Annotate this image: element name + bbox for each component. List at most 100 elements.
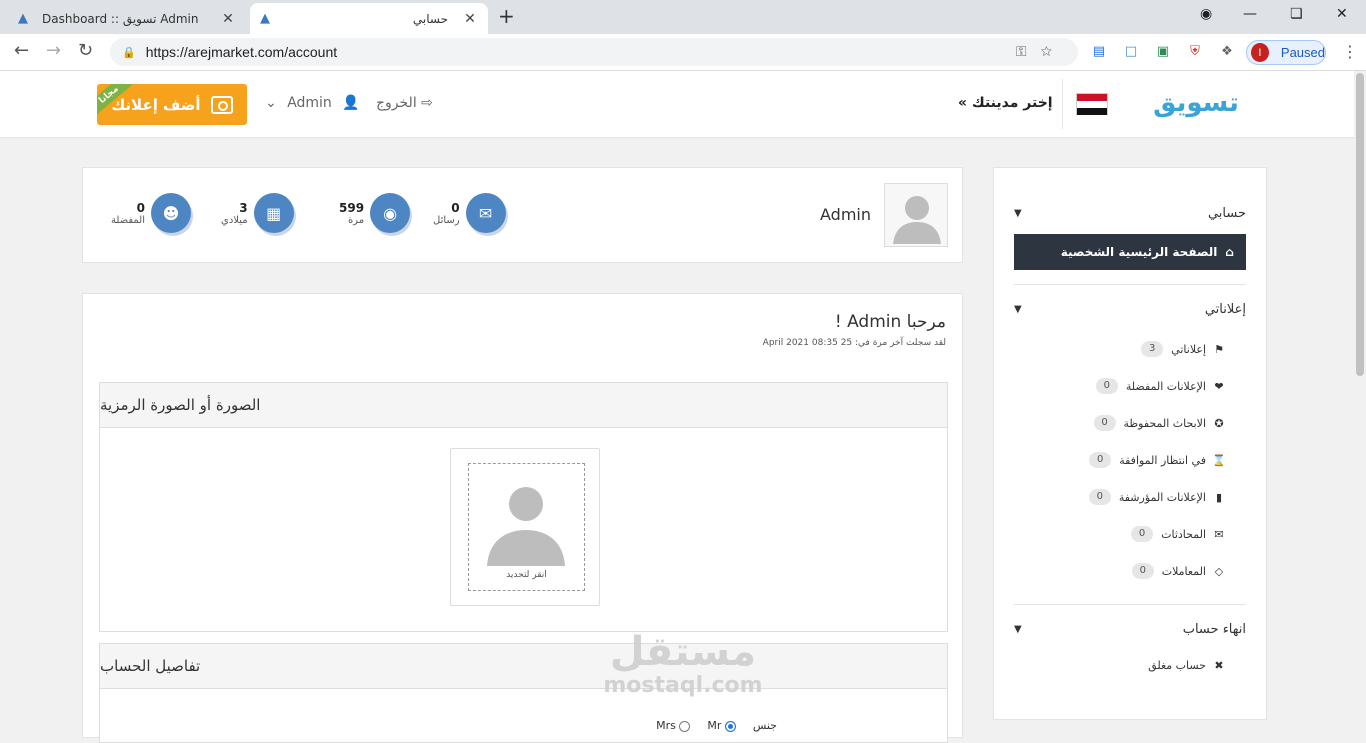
sidebar-item-conversations[interactable]: ✉ المحادثات 0 bbox=[1131, 526, 1226, 542]
puzzle-extension-icon[interactable]: ❖ bbox=[1218, 43, 1236, 61]
user-icon: 👤 bbox=[342, 95, 360, 111]
grid-icon: ▦ bbox=[253, 193, 294, 233]
browser-tab-bar: ▲ Dashboard :: تسويق Admin ✕ ▲ حسابي ✕ +… bbox=[0, 0, 1366, 34]
section-my-account[interactable]: حسابي ▼ bbox=[1014, 206, 1246, 221]
back-icon[interactable]: ← bbox=[14, 42, 29, 60]
profile-summary-panel: Admin 0 رسائل ✉ 599 مرة ◉ 3 ميلادي ▦ 0 المفض… bbox=[82, 167, 963, 263]
city-selector[interactable]: إختر مدينتك » bbox=[958, 95, 1053, 111]
forward-icon[interactable]: → bbox=[46, 42, 61, 60]
bookmark-star-icon[interactable]: ☆ bbox=[1041, 43, 1066, 59]
section-my-ads[interactable]: إعلاناتي ▼ bbox=[1014, 302, 1246, 317]
sidebar-item-saved-searches[interactable]: ✪ الابحاث المحفوظة 0 bbox=[1093, 415, 1226, 431]
sidebar-item-label: الصفحة الرئيسية الشخصية bbox=[1060, 245, 1218, 259]
count-badge: 3 bbox=[1141, 341, 1164, 357]
section-close-account[interactable]: انهاء حساب ▼ bbox=[1014, 622, 1246, 637]
shield-extension-icon[interactable]: ⛨ bbox=[1186, 43, 1204, 61]
add-ad-label: أضف إعلانك bbox=[111, 95, 201, 114]
heart-icon: ❤ bbox=[1214, 379, 1224, 393]
file-extension-icon[interactable]: □ bbox=[1122, 43, 1140, 61]
scrollbar-thumb[interactable] bbox=[1356, 73, 1364, 376]
chevron-down-icon: ▼ bbox=[1014, 208, 1022, 219]
restore-icon[interactable]: ❏ bbox=[1290, 6, 1303, 22]
close-circle-icon: ✖ bbox=[1214, 659, 1224, 672]
stat-messages[interactable]: 0 رسائل ✉ bbox=[433, 192, 506, 234]
gender-field: جنس Mr Mrs bbox=[656, 719, 777, 732]
camera-icon bbox=[210, 95, 233, 114]
stat-value: 0 bbox=[451, 200, 460, 215]
gender-option-mrs[interactable]: Mrs bbox=[656, 719, 693, 732]
calendar-extension-icon[interactable]: ▣ bbox=[1154, 43, 1172, 61]
logout-link[interactable]: ⇨ الخروج bbox=[376, 95, 433, 111]
account-main-panel: مرحبا Admin ! لقد سجلت آخر مرة في: 25 Ap… bbox=[82, 293, 963, 743]
envelope-icon: ✉ bbox=[465, 193, 506, 233]
avatar-placeholder-icon bbox=[487, 487, 565, 566]
site-favicon-icon: ▲ bbox=[18, 10, 28, 26]
count-badge: 0 bbox=[1095, 378, 1118, 394]
account-details-title: تفاصيل الحساب bbox=[100, 644, 947, 689]
section-label: انهاء حساب bbox=[1182, 622, 1246, 637]
last-login-text: لقد سجلت آخر مرة في: 25 April 2021 08:35 bbox=[762, 338, 946, 348]
address-bar[interactable]: 🔒 https://arejmarket.com/account ⚿☆ bbox=[110, 38, 1078, 66]
stat-label: مرة bbox=[347, 214, 365, 226]
logout-label: الخروج bbox=[376, 95, 417, 111]
profile-name: Admin bbox=[820, 205, 871, 224]
logout-icon: ⇨ bbox=[421, 95, 433, 111]
radio-mrs[interactable] bbox=[679, 720, 691, 732]
key-icon[interactable]: ⚿ bbox=[1016, 43, 1041, 59]
sidebar-item-transactions[interactable]: ◇ المعاملات 0 bbox=[1131, 563, 1226, 579]
profile-paused-button[interactable]: I Paused bbox=[1246, 40, 1326, 65]
star-icon: ✪ bbox=[1214, 416, 1224, 430]
stat-value: 599 bbox=[339, 200, 365, 215]
hourglass-icon: ⌛ bbox=[1212, 453, 1226, 467]
paused-label: Paused bbox=[1280, 45, 1325, 60]
tab-dashboard[interactable]: ▲ Dashboard :: تسويق Admin ✕ bbox=[8, 3, 246, 34]
minimize-icon[interactable]: — bbox=[1243, 6, 1257, 22]
admin-menu[interactable]: ⌄ Admin 👤 bbox=[265, 95, 360, 111]
count-badge: 0 bbox=[1131, 526, 1154, 542]
divider bbox=[1014, 604, 1246, 605]
tab-search-icon[interactable]: ◉ bbox=[1200, 6, 1212, 22]
browser-menu-icon[interactable]: ⋮ bbox=[1342, 42, 1358, 61]
divider bbox=[1062, 79, 1063, 129]
stat-favorites[interactable]: 0 المفضلة ☻ bbox=[111, 192, 192, 234]
click-to-select-label: انقر لتحديد bbox=[506, 570, 547, 580]
upload-dropzone[interactable]: انقر لتحديد bbox=[468, 463, 585, 591]
welcome-heading: مرحبا Admin ! bbox=[834, 312, 946, 332]
reload-icon[interactable]: ↻ bbox=[78, 42, 93, 60]
docs-extension-icon[interactable]: ▤ bbox=[1090, 43, 1108, 61]
sidebar-item-pending[interactable]: ⌛ في انتظار الموافقة 0 bbox=[1089, 452, 1226, 468]
profile-avatar: I bbox=[1251, 43, 1269, 62]
tab-account[interactable]: ▲ حسابي ✕ bbox=[250, 3, 488, 34]
stat-label: ميلادي bbox=[221, 214, 248, 226]
count-badge: 0 bbox=[1088, 489, 1111, 505]
sidebar-item-archived[interactable]: ▮ الإعلانات المؤرشفة 0 bbox=[1088, 489, 1226, 505]
chevron-down-icon: ▼ bbox=[1014, 304, 1022, 315]
egypt-flag-icon[interactable] bbox=[1076, 93, 1108, 115]
avatar-upload-box[interactable]: انقر لتحديد bbox=[450, 448, 600, 606]
sidebar-item-my-ads[interactable]: ⚑ إعلاناتي 3 bbox=[1141, 341, 1226, 357]
count-badge: 0 bbox=[1089, 452, 1112, 468]
sidebar-item-home[interactable]: ⌂ الصفحة الرئيسية الشخصية bbox=[1014, 234, 1246, 270]
ticket-icon: ◇ bbox=[1214, 564, 1224, 578]
site-logo[interactable]: تسويق bbox=[1142, 81, 1250, 125]
new-tab-button[interactable]: + bbox=[498, 6, 515, 26]
radio-mr[interactable] bbox=[724, 720, 736, 732]
sidebar-item-closed-account[interactable]: ✖ حساب مغلق bbox=[1148, 659, 1226, 672]
admin-label: Admin bbox=[287, 95, 332, 111]
stat-value: 0 bbox=[136, 200, 146, 215]
mostaql-watermark: مستقل mostaql.com bbox=[603, 629, 763, 698]
page-scrollbar[interactable] bbox=[1354, 71, 1366, 728]
stat-ads[interactable]: 3 ميلادي ▦ bbox=[221, 192, 294, 234]
stat-views[interactable]: 599 مرة ◉ bbox=[339, 192, 411, 234]
sidebar-item-favorite-ads[interactable]: ❤ الإعلانات المفضلة 0 bbox=[1095, 378, 1226, 394]
close-tab-icon[interactable]: ✕ bbox=[462, 11, 478, 27]
site-favicon-icon: ▲ bbox=[260, 10, 270, 26]
add-ad-button[interactable]: أضف إعلانك مجانا bbox=[97, 84, 247, 125]
close-tab-icon[interactable]: ✕ bbox=[220, 11, 236, 27]
divider bbox=[1014, 284, 1246, 285]
count-badge: 0 bbox=[1093, 415, 1116, 431]
close-window-icon[interactable]: ✕ bbox=[1336, 6, 1348, 22]
browser-toolbar: ← → ↻ 🔒 https://arejmarket.com/account ⚿… bbox=[0, 34, 1366, 71]
gender-option-mr[interactable]: Mr bbox=[707, 719, 739, 732]
stat-value: 3 bbox=[239, 200, 248, 215]
